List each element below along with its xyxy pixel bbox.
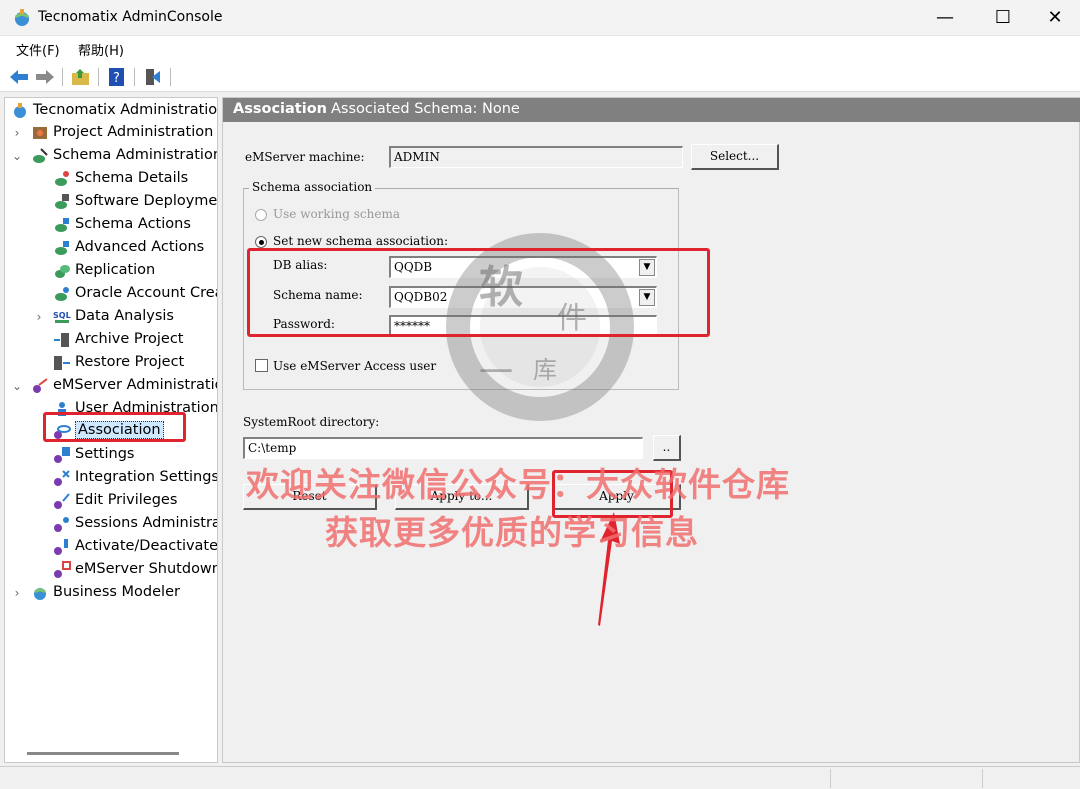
project-admin-icon — [33, 127, 47, 139]
panel-title: Association — [233, 101, 327, 117]
chevron-right-icon[interactable]: › — [11, 582, 23, 604]
toolbar: ? — [0, 62, 1080, 92]
emserver-machine-field[interactable]: ADMIN — [389, 146, 683, 168]
integration-settings-icon — [54, 470, 70, 486]
svg-text:一: 一 — [479, 353, 513, 393]
forward-arrow-icon[interactable] — [34, 67, 56, 87]
chevron-right-icon[interactable]: › — [11, 122, 23, 144]
restore-icon — [54, 356, 70, 370]
sessions-icon — [54, 517, 69, 532]
status-bar — [0, 766, 1080, 789]
back-arrow-icon[interactable] — [8, 67, 30, 87]
watermark-line-2: 获取更多优质的学习信息 — [325, 513, 699, 552]
globe-icon — [14, 103, 26, 118]
archive-icon — [54, 333, 69, 347]
help-icon[interactable]: ? — [106, 67, 128, 87]
emserver-admin-icon — [33, 378, 48, 393]
window-title: Tecnomatix AdminConsole — [38, 9, 223, 25]
status-cell — [830, 769, 980, 788]
shutdown-icon — [54, 561, 71, 578]
systemroot-label: SystemRoot directory: — [243, 415, 380, 429]
privileges-icon — [54, 493, 70, 509]
replication-icon — [55, 265, 70, 278]
chevron-down-icon[interactable]: ⌄ — [11, 145, 23, 167]
exit-icon[interactable] — [142, 67, 164, 87]
use-emserver-access-label: Use eMServer Access user — [273, 359, 437, 373]
association-panel: Association Associated Schema: None eMSe… — [222, 97, 1080, 763]
set-new-schema-label: Set new schema association: — [273, 234, 448, 248]
minimize-button[interactable]: — — [920, 0, 970, 36]
emserver-machine-label: eMServer machine: — [245, 150, 365, 164]
use-emserver-access-checkbox[interactable] — [255, 359, 268, 372]
horizontal-scrollbar[interactable] — [27, 752, 179, 755]
menu-file[interactable]: 文件(F) — [16, 40, 60, 59]
svg-text:?: ? — [113, 71, 120, 86]
panel-header: Association Associated Schema: None — [223, 98, 1080, 122]
chevron-right-icon[interactable]: › — [33, 306, 45, 328]
use-working-schema-radio[interactable] — [255, 209, 267, 221]
database-icon — [55, 171, 69, 186]
deployment-icon — [55, 194, 69, 209]
app-globe-icon — [15, 9, 29, 26]
associated-schema-status: Associated Schema: None — [331, 101, 520, 117]
maximize-button[interactable]: ☐ — [978, 0, 1028, 36]
advanced-actions-icon — [55, 241, 69, 255]
schema-association-title: Schema association — [249, 180, 376, 194]
settings-icon — [54, 447, 70, 463]
business-modeler-icon — [34, 588, 46, 600]
title-bar: Tecnomatix AdminConsole — ☐ ✕ — [0, 0, 1080, 36]
up-folder-icon[interactable] — [70, 67, 92, 87]
status-cell — [982, 769, 1078, 788]
svg-text:SQL: SQL — [53, 311, 71, 320]
sql-icon: SQL — [53, 311, 71, 323]
menu-bar: 文件(F) 帮助(H) — [0, 36, 1080, 62]
highlight-schema-fields — [247, 248, 710, 337]
use-working-schema-label: Use working schema — [273, 207, 400, 221]
svg-text:库: 库 — [533, 356, 557, 384]
schema-actions-icon — [55, 218, 69, 232]
watermark-line-1: 欢迎关注微信公众号：大众软件仓库 — [246, 465, 790, 504]
activate-icon — [54, 539, 68, 555]
chevron-down-icon[interactable]: ⌄ — [11, 375, 23, 397]
select-button[interactable]: Select... — [691, 144, 779, 170]
oracle-account-icon — [55, 287, 69, 301]
systemroot-field[interactable]: C:\temp — [243, 437, 643, 459]
set-new-schema-radio[interactable] — [255, 236, 267, 248]
schema-admin-icon — [33, 148, 48, 163]
menu-help[interactable]: 帮助(H) — [78, 40, 124, 59]
highlight-association-item — [43, 412, 186, 442]
close-button[interactable]: ✕ — [1030, 0, 1080, 36]
